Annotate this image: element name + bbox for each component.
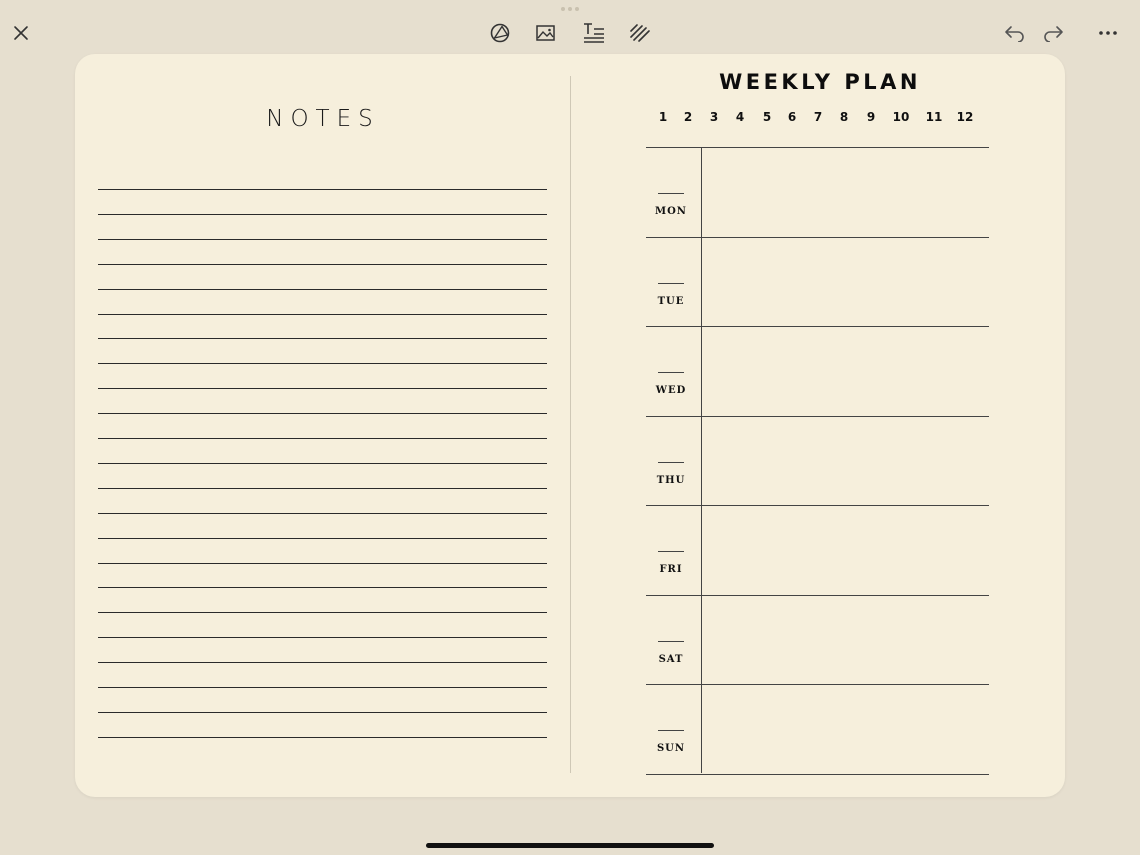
- day-label-sun: SUN: [656, 743, 686, 754]
- note-line[interactable]: [98, 662, 547, 664]
- text-icon: [584, 23, 604, 43]
- shape-icon: [490, 23, 510, 43]
- day-row-wed[interactable]: [702, 327, 989, 415]
- day-dash: [658, 193, 684, 194]
- day-row-mon[interactable]: [702, 148, 989, 236]
- pen-icon: [630, 24, 650, 42]
- weekly-plan-title: WEEKLY PLAN: [719, 70, 921, 94]
- day-dash: [658, 730, 684, 731]
- note-line[interactable]: [98, 189, 547, 190]
- day-label-fri: FRI: [659, 564, 683, 575]
- hour-label: 4: [735, 110, 745, 124]
- hour-label: 7: [813, 110, 823, 124]
- day-dash: [658, 282, 684, 284]
- day-dash: [658, 551, 684, 552]
- note-line[interactable]: [98, 363, 547, 365]
- close-icon: [14, 26, 28, 40]
- hour-label: 8: [839, 110, 849, 124]
- image-icon: [536, 25, 555, 41]
- note-line[interactable]: [98, 338, 547, 340]
- day-row-sun[interactable]: [702, 685, 989, 773]
- hour-label: 5: [762, 110, 772, 124]
- note-line[interactable]: [98, 288, 547, 290]
- note-line[interactable]: [98, 462, 547, 464]
- note-line[interactable]: [98, 587, 547, 589]
- note-line[interactable]: [98, 512, 547, 514]
- note-line[interactable]: [98, 238, 547, 240]
- day-row-fri[interactable]: [702, 506, 989, 594]
- page-divider: [570, 76, 571, 773]
- close-button[interactable]: [6, 18, 36, 48]
- hour-label: 3: [709, 110, 719, 124]
- note-line[interactable]: [98, 487, 547, 489]
- pen-tool-button[interactable]: [625, 18, 655, 48]
- day-label-sat: SAT: [658, 653, 684, 665]
- day-dash: [658, 372, 684, 373]
- day-label-thu: THU: [656, 474, 686, 486]
- note-line[interactable]: [98, 388, 547, 390]
- notes-title: NOTES: [266, 106, 380, 132]
- day-row-sat[interactable]: [702, 596, 989, 684]
- note-line[interactable]: [98, 438, 547, 439]
- note-line[interactable]: [98, 413, 547, 415]
- day-label-mon: MON: [655, 206, 687, 217]
- day-dash: [658, 640, 684, 642]
- note-line[interactable]: [98, 537, 547, 539]
- redo-button[interactable]: [1038, 18, 1068, 48]
- more-options-button[interactable]: [1093, 18, 1123, 48]
- note-line[interactable]: [98, 711, 547, 713]
- day-label-wed: WED: [655, 385, 687, 396]
- note-line[interactable]: [98, 687, 547, 688]
- more-icon: [1099, 31, 1117, 35]
- redo-icon: [1044, 26, 1063, 42]
- hour-label: 9: [866, 110, 876, 124]
- hour-label: 12: [956, 110, 974, 124]
- hour-label: 10: [892, 110, 910, 124]
- note-line[interactable]: [98, 562, 547, 564]
- note-line[interactable]: [98, 736, 547, 738]
- note-line[interactable]: [98, 313, 547, 315]
- drag-handle[interactable]: [561, 7, 579, 13]
- day-row-tue[interactable]: [702, 238, 989, 326]
- undo-icon: [1005, 26, 1024, 42]
- notebook-page[interactable]: NOTES WEEKLY PLAN 1 2 3 4 5 6 7 8 9 10 11 12 MON TUE…: [75, 54, 1065, 797]
- shape-tool-button[interactable]: [485, 18, 515, 48]
- hour-label: 6: [787, 110, 797, 124]
- image-tool-button[interactable]: [531, 18, 561, 48]
- top-toolbar: [0, 0, 1140, 56]
- text-tool-button[interactable]: [579, 18, 609, 48]
- grid-row-line: [646, 773, 989, 775]
- undo-button[interactable]: [1000, 18, 1030, 48]
- note-line[interactable]: [98, 263, 547, 265]
- hour-label: 2: [683, 110, 693, 124]
- home-indicator: [426, 843, 714, 848]
- day-label-tue: TUE: [657, 295, 685, 307]
- day-dash: [658, 461, 684, 463]
- note-line[interactable]: [98, 612, 547, 614]
- day-row-thu[interactable]: [702, 417, 989, 505]
- note-line[interactable]: [98, 213, 547, 215]
- note-line[interactable]: [98, 637, 547, 639]
- hour-label: 1: [658, 110, 668, 124]
- hour-label: 11: [925, 110, 943, 124]
